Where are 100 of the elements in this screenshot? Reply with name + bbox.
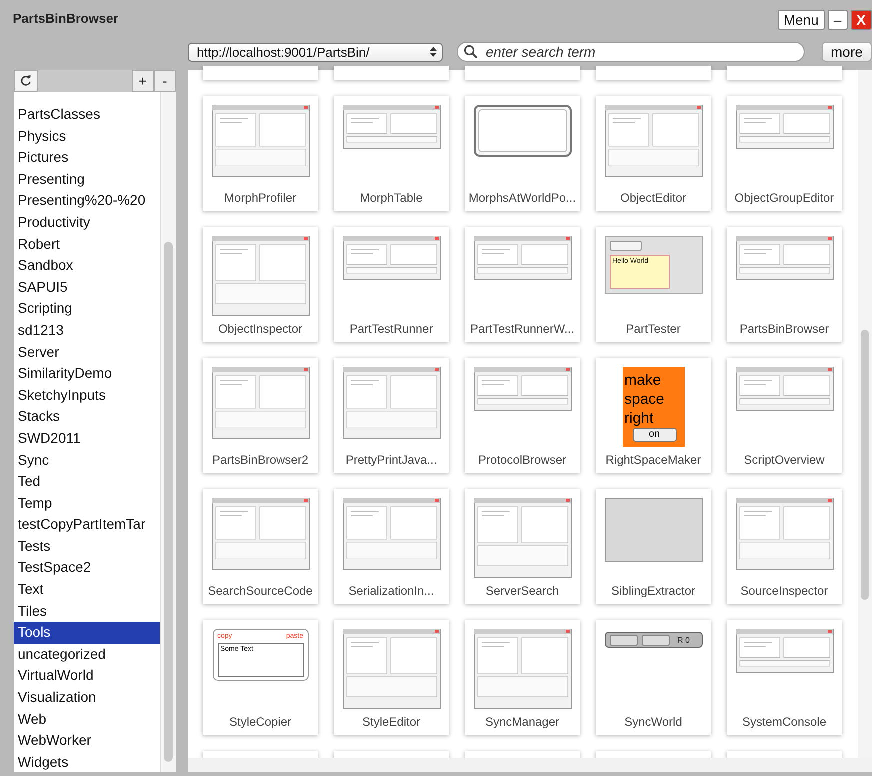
part-card[interactable]: SiblingExtractor xyxy=(596,489,711,604)
category-item[interactable]: Pictures xyxy=(14,147,160,169)
part-card[interactable] xyxy=(465,66,580,80)
category-item[interactable]: Sync xyxy=(14,450,160,472)
part-card[interactable]: SerializationIn... xyxy=(334,489,449,604)
part-card[interactable]: MorphTable xyxy=(334,96,449,211)
category-item[interactable]: Text xyxy=(14,579,160,601)
refresh-icon xyxy=(20,75,32,87)
url-dropdown[interactable]: http://localhost:9001/PartsBin/ xyxy=(188,42,443,62)
category-item[interactable]: Tiles xyxy=(14,600,160,622)
part-card[interactable] xyxy=(727,66,842,80)
part-card[interactable]: ObjectInspector xyxy=(203,227,318,342)
category-item[interactable]: Scripting xyxy=(14,298,160,320)
part-name: SiblingExtractor xyxy=(611,584,696,598)
window-title: PartsBinBrowser xyxy=(13,11,120,26)
part-name: SyncManager xyxy=(485,715,560,729)
part-card[interactable]: ProtocolBrowser xyxy=(465,358,580,473)
part-card[interactable]: R 0 SyncWorld xyxy=(596,620,711,735)
category-item[interactable]: Robert xyxy=(14,234,160,256)
category-item[interactable]: Ted xyxy=(14,471,160,493)
part-card[interactable]: SearchSourceCode xyxy=(203,489,318,604)
part-name: SyncWorld xyxy=(624,715,682,729)
category-item[interactable]: Tools xyxy=(14,622,160,644)
part-card[interactable]: ServerSearch xyxy=(465,489,580,604)
part-name: ObjectInspector xyxy=(218,322,303,336)
category-item[interactable]: PartsClasses xyxy=(14,104,160,126)
part-card[interactable]: PrettyPrintJava... xyxy=(334,358,449,473)
preview-drawing: make space right on xyxy=(622,367,684,447)
category-item[interactable]: SAPUI5 xyxy=(14,276,160,298)
part-card[interactable]: StyleEditor xyxy=(334,620,449,735)
part-card[interactable]: ObjectGroupEditor xyxy=(727,96,842,211)
preview-drawing: R 0 xyxy=(604,632,702,648)
part-card[interactable]: ObjectEditor xyxy=(596,96,711,211)
part-name: SearchSourceCode xyxy=(208,584,313,598)
part-card[interactable] xyxy=(203,66,318,80)
part-card[interactable]: PartTestRunnerW... xyxy=(465,227,580,342)
remove-button[interactable]: - xyxy=(154,70,176,92)
window-button[interactable]: Menu xyxy=(778,10,825,30)
part-card[interactable]: PartsBinBrowser2 xyxy=(203,358,318,473)
category-item[interactable]: Tests xyxy=(14,536,160,558)
window-button[interactable]: – xyxy=(828,10,848,30)
part-name: SerializationIn... xyxy=(348,584,434,598)
part-name: MorphProfiler xyxy=(224,191,297,205)
category-item[interactable]: Visualization xyxy=(14,687,160,709)
part-card[interactable]: SourceInspector xyxy=(727,489,842,604)
part-name: StyleEditor xyxy=(362,715,421,729)
scrollbar-thumb[interactable] xyxy=(164,242,173,762)
category-item[interactable]: Presenting xyxy=(14,168,160,190)
part-name: PartTestRunnerW... xyxy=(470,322,575,336)
part-name: RightSpaceMaker xyxy=(606,453,702,467)
part-name: ProtocolBrowser xyxy=(478,453,567,467)
part-name: PartsBinBrowser2 xyxy=(212,453,309,467)
category-item[interactable]: Widgets xyxy=(14,752,160,772)
category-item[interactable]: Server xyxy=(14,342,160,364)
part-name: MorphsAtWorldPo... xyxy=(468,191,576,205)
category-item[interactable]: WebWorker xyxy=(14,730,160,752)
part-card[interactable]: SystemConsole xyxy=(727,620,842,735)
category-item[interactable]: Web xyxy=(14,708,160,730)
part-card[interactable]: MorphsAtWorldPo... xyxy=(465,96,580,211)
category-item[interactable]: SketchyInputs xyxy=(14,384,160,406)
category-item[interactable]: SimilarityDemo xyxy=(14,363,160,385)
part-card[interactable]: PartsBinBrowser xyxy=(727,227,842,342)
part-name: PartTester xyxy=(626,322,681,336)
part-card[interactable] xyxy=(334,66,449,80)
search-field[interactable]: enter search term xyxy=(457,42,805,62)
category-item[interactable]: Physics xyxy=(14,126,160,148)
close-button[interactable]: X xyxy=(850,10,872,30)
search-icon xyxy=(464,45,478,59)
part-name: SystemConsole xyxy=(742,715,827,729)
category-item[interactable]: Temp xyxy=(14,492,160,514)
part-card[interactable]: SyncManager xyxy=(465,620,580,735)
category-item[interactable]: SWD2011 xyxy=(14,428,160,450)
part-name: PartTestRunner xyxy=(350,322,434,336)
scrollbar-thumb[interactable] xyxy=(861,330,869,600)
category-item[interactable]: Stacks xyxy=(14,406,160,428)
part-name: ServerSearch xyxy=(486,584,560,598)
category-item[interactable]: Productivity xyxy=(14,212,160,234)
category-item[interactable]: testCopyPartItemTar xyxy=(14,514,160,536)
category-item[interactable]: uncategorized xyxy=(14,644,160,666)
category-item[interactable]: VirtualWorld xyxy=(14,665,160,688)
category-item[interactable]: TestSpace2 xyxy=(14,557,160,580)
refresh-button[interactable] xyxy=(14,70,38,92)
part-card[interactable] xyxy=(596,66,711,80)
part-name: ScriptOverview xyxy=(744,453,825,467)
category-item[interactable]: sd1213 xyxy=(14,320,160,342)
part-name: PrettyPrintJava... xyxy=(346,453,438,467)
category-item[interactable]: Sandbox xyxy=(14,255,160,277)
updown-arrows-icon xyxy=(430,47,437,57)
more-button[interactable]: more xyxy=(822,42,872,62)
part-card[interactable]: ScriptOverview xyxy=(727,358,842,473)
part-card[interactable]: PartTestRunner xyxy=(334,227,449,342)
part-card[interactable]: make space right on RightSpaceMaker xyxy=(596,358,711,473)
part-name: MorphTable xyxy=(360,191,423,205)
part-name: PartsBinBrowser xyxy=(740,322,830,336)
part-name: ObjectEditor xyxy=(620,191,687,205)
add-button[interactable]: + xyxy=(132,70,154,92)
part-name: SourceInspector xyxy=(740,584,828,598)
part-card[interactable]: MorphProfiler xyxy=(203,96,318,211)
category-item[interactable]: Presenting%20-%20 xyxy=(14,190,160,212)
part-name: ObjectGroupEditor xyxy=(734,191,834,205)
